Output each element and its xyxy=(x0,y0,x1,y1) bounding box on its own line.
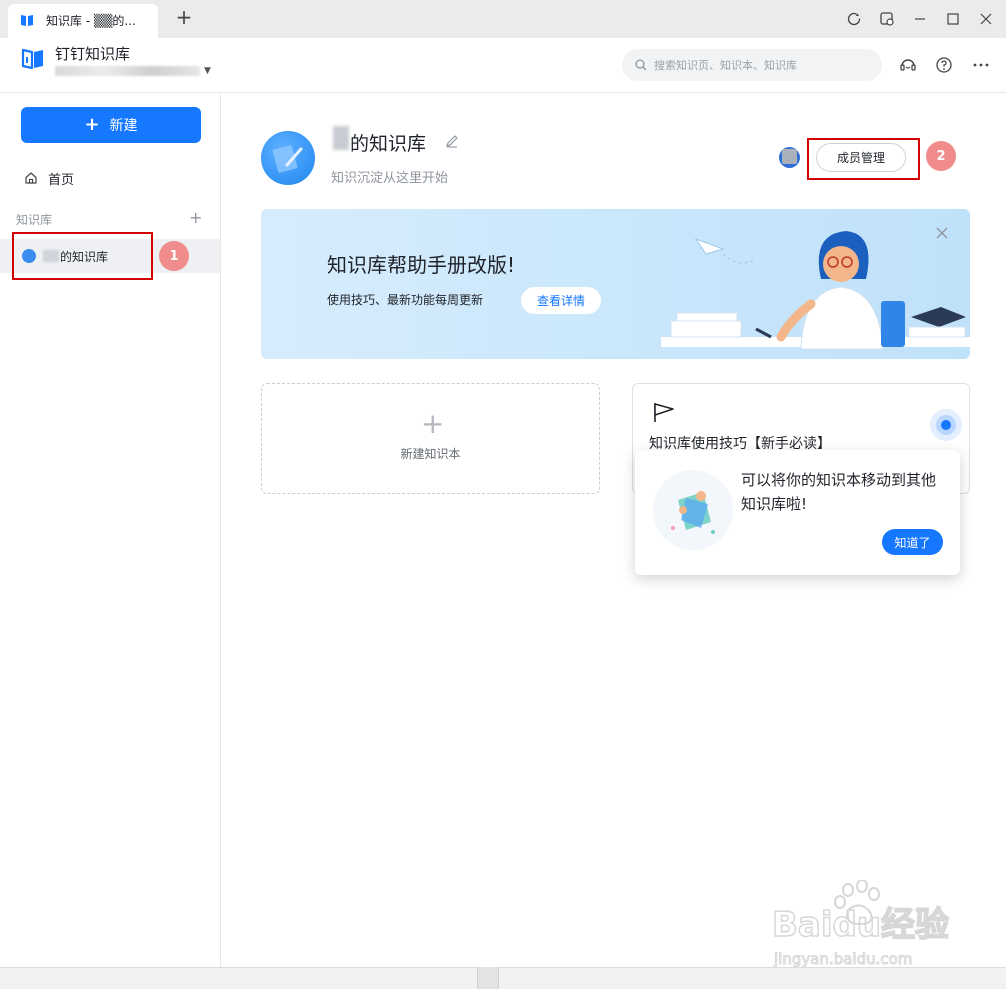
plus-icon: + xyxy=(84,114,100,135)
help-icon[interactable] xyxy=(933,54,955,76)
kb-section-label: 知识库 xyxy=(16,213,53,227)
sidebar-item-label: 首页 xyxy=(48,172,75,188)
sidebar-item-home[interactable]: 首页 xyxy=(14,165,209,191)
app-logo-icon xyxy=(21,48,43,70)
new-tab-button[interactable]: + xyxy=(172,6,196,30)
search-input[interactable] xyxy=(654,55,874,75)
watermark-brand: Baidu经验 xyxy=(772,905,949,945)
guide-popover: 可以将你的知识本移动到其他知识库啦! 知道了 xyxy=(635,450,960,575)
support-icon[interactable] xyxy=(897,54,919,76)
kb-avatar-icon xyxy=(22,249,36,263)
close-window-icon[interactable] xyxy=(976,9,996,29)
bottom-splitter[interactable] xyxy=(477,967,499,989)
new-button-label: 新建 xyxy=(109,118,138,134)
screenshot-icon[interactable] xyxy=(877,9,897,29)
baidu-jingyan-watermark: Baidu经验 jingyan.baidu.com xyxy=(771,880,950,969)
popover-text: 可以将你的知识本移动到其他知识库啦! xyxy=(741,471,937,513)
maximize-icon[interactable] xyxy=(943,9,963,29)
edit-icon[interactable] xyxy=(445,134,459,148)
guide-pulse-dot[interactable] xyxy=(930,409,962,441)
member-avatar[interactable] xyxy=(779,147,800,168)
annotation-badge-1: 1 xyxy=(159,241,189,271)
sidebar-item-my-kb[interactable]: 的知识库 xyxy=(12,232,153,280)
knowledge-book-icon xyxy=(21,15,33,26)
flag-icon xyxy=(654,403,674,422)
new-notebook-card[interactable]: + 新建知识本 xyxy=(261,383,600,494)
app-header: 钉钉知识库 ▼ xyxy=(0,38,1006,93)
home-icon xyxy=(25,172,37,184)
org-name-redacted[interactable] xyxy=(55,66,200,76)
annotation-badge-2: 2 xyxy=(926,141,956,171)
got-it-button[interactable]: 知道了 xyxy=(882,529,943,555)
redacted-name xyxy=(333,126,349,150)
kb-title: 的知识库 xyxy=(350,133,427,155)
kb-avatar xyxy=(261,131,315,185)
banner-description: 使用技巧、最新功能每周更新 xyxy=(327,293,484,307)
redacted-name xyxy=(43,250,59,262)
banner-title: 知识库帮助手册改版! xyxy=(327,253,516,277)
new-notebook-label: 新建知识本 xyxy=(400,447,461,461)
search-icon xyxy=(635,59,647,71)
move-notebook-illustration xyxy=(653,470,733,550)
sidebar-item-label: 的知识库 xyxy=(60,250,109,264)
app-name: 钉钉知识库 xyxy=(55,45,131,63)
refresh-icon[interactable] xyxy=(844,9,864,29)
more-icon[interactable] xyxy=(970,54,992,76)
minimize-icon[interactable] xyxy=(910,9,930,29)
kb-subtitle: 知识沉淀从这里开始 xyxy=(331,171,449,186)
plus-icon: + xyxy=(421,407,445,440)
browser-tab[interactable]: 知识库 - ▒▒的... xyxy=(8,4,158,38)
org-dropdown-caret-icon[interactable]: ▼ xyxy=(204,66,211,76)
browser-titlebar: 知识库 - ▒▒的... + xyxy=(0,0,1006,38)
notebook-pen-icon xyxy=(272,145,303,173)
view-details-button[interactable]: 查看详情 xyxy=(521,287,601,314)
sidebar: + 新建 首页 知识库 + 的知识库 1 xyxy=(0,93,221,967)
bottom-bar xyxy=(0,967,1006,989)
help-banner: 知识库帮助手册改版! 使用技巧、最新功能每周更新 查看详情 xyxy=(261,209,970,359)
member-management-button[interactable]: 成员管理 xyxy=(816,143,906,172)
tab-title: 知识库 - ▒▒的... xyxy=(46,14,136,28)
search-box[interactable] xyxy=(622,49,882,81)
new-button[interactable]: + 新建 xyxy=(21,107,201,143)
add-kb-icon[interactable]: + xyxy=(189,210,202,226)
watermark-url: jingyan.baidu.com xyxy=(773,950,912,968)
banner-illustration xyxy=(661,231,970,350)
